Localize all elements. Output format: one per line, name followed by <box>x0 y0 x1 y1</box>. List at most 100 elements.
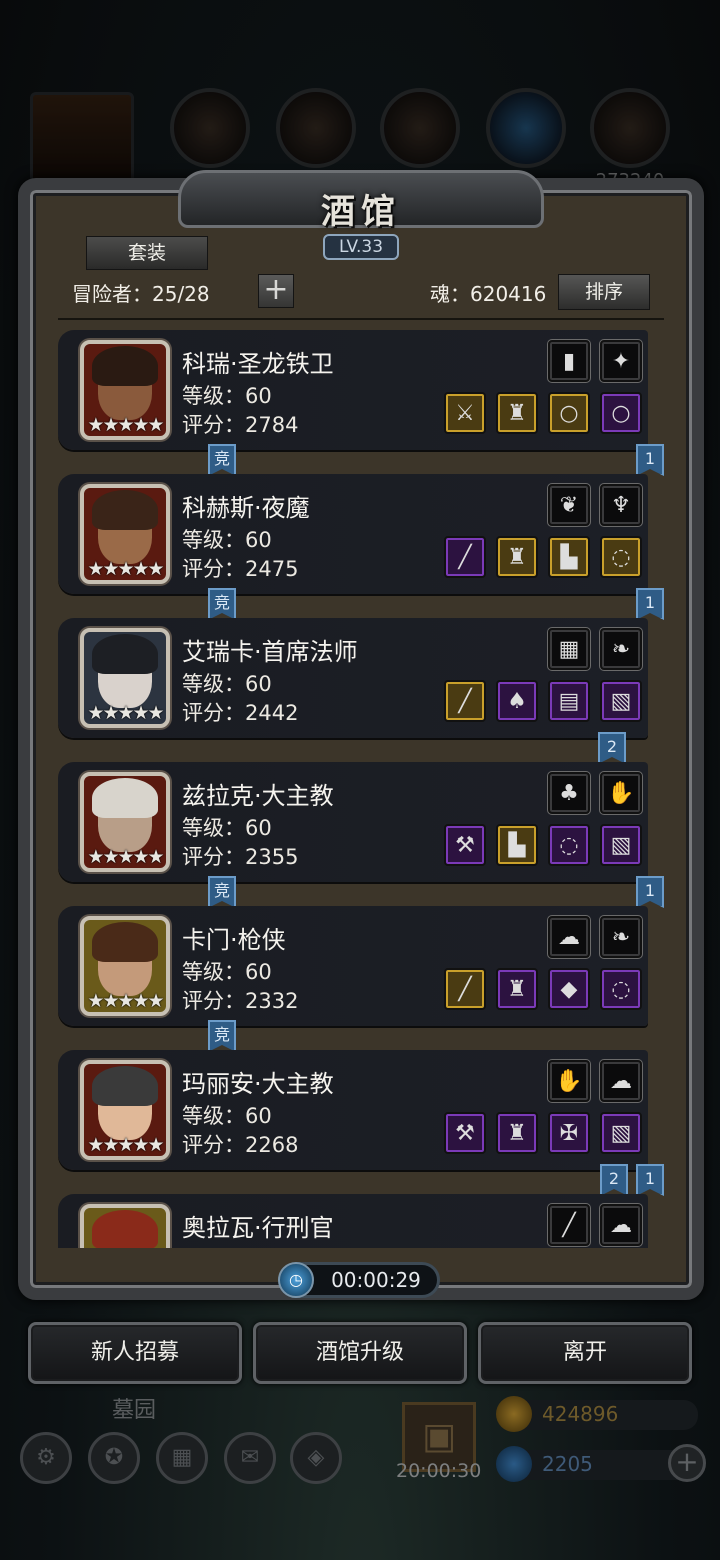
dagger-icon[interactable]: ╱ <box>548 1204 590 1246</box>
quest-icon[interactable]: ▦ <box>156 1432 208 1484</box>
ring-icon[interactable]: ○ <box>548 392 590 434</box>
dialog-title: 酒馆 <box>321 192 401 232</box>
settings-icon[interactable]: ⚙ <box>20 1432 72 1484</box>
hero-card[interactable]: 奥拉瓦·行刑官 ╱ ☁ <box>58 1194 648 1248</box>
hero-list[interactable]: ★★★★★ 科瑞·圣龙铁卫 等级：60 评分：2784 ▮ ✦ ⚔ ♜ ○ ○ … <box>58 324 668 1248</box>
clock-icon: ◷ <box>278 1262 314 1298</box>
refresh-timer: 00:00:29 <box>331 1268 421 1292</box>
arena-tag: 竞 <box>208 1020 236 1052</box>
hood-icon[interactable]: ♠ <box>496 680 538 722</box>
hero-stars: ★★★★★ <box>87 1134 164 1156</box>
hero-level: 等级：60 <box>182 816 272 840</box>
hero-name: 科瑞·圣龙铁卫 <box>182 350 334 378</box>
cloak-icon[interactable]: ▙ <box>548 536 590 578</box>
hammer-icon[interactable]: ⚒ <box>444 1112 486 1154</box>
hero-card[interactable]: ★★★★★ 卡门·枪侠 等级：60 评分：2332 ☁ ❧ ╱ ♜ ◆ ◌ <box>58 906 648 1026</box>
scroll-icon[interactable]: ▧ <box>600 1112 642 1154</box>
butterfly-icon[interactable]: ❦ <box>548 484 590 526</box>
chalice-icon[interactable]: ♆ <box>600 484 642 526</box>
hero-level: 等级：60 <box>182 528 272 552</box>
ring-icon[interactable]: ○ <box>600 392 642 434</box>
mail-icon[interactable]: ✉ <box>224 1432 276 1484</box>
wig-icon[interactable]: ☁ <box>548 916 590 958</box>
necklace-icon[interactable]: ◌ <box>600 968 642 1010</box>
robe-icon[interactable]: ▙ <box>496 824 538 866</box>
tavern-level-badge: LV.33 <box>323 234 399 260</box>
graveyard-label: 墓园 <box>112 1398 157 1423</box>
hero-card[interactable]: ★★★★★ 科瑞·圣龙铁卫 等级：60 评分：2784 ▮ ✦ ⚔ ♜ ○ ○ <box>58 330 648 450</box>
spellbook-icon[interactable]: ▦ <box>548 628 590 670</box>
necklace-icon[interactable]: ◌ <box>548 824 590 866</box>
add-gems-button[interactable]: + <box>668 1444 706 1482</box>
hero-name: 科赫斯·夜魔 <box>182 494 310 522</box>
upgrade-tavern-button[interactable]: 酒馆升级 <box>253 1322 467 1384</box>
arena-tag: 竞 <box>208 876 236 908</box>
amulet-icon[interactable]: ✠ <box>548 1112 590 1154</box>
hero-name: 兹拉克·大主教 <box>182 782 334 810</box>
recruit-button[interactable]: 新人招募 <box>28 1322 242 1384</box>
soul-count: 魂：620416 <box>430 282 547 306</box>
tavern-dialog: 酒馆 LV.33 套装 冒险者：25/28 + 魂：620416 排序 ★★★★… <box>18 170 704 1300</box>
hero-score: 评分：2332 <box>182 989 299 1013</box>
armor-icon[interactable]: ♜ <box>496 392 538 434</box>
hammer-icon[interactable]: ⚒ <box>444 824 486 866</box>
feather-icon[interactable]: ❧ <box>600 628 642 670</box>
armor-icon[interactable]: ♜ <box>496 1112 538 1154</box>
leave-button[interactable]: 离开 <box>478 1322 692 1384</box>
sort-button[interactable]: 排序 <box>558 274 650 310</box>
hero-card[interactable]: ★★★★★ 兹拉克·大主教 等级：60 评分：2355 ♣ ✋ ⚒ ▙ ◌ ▧ <box>58 762 648 882</box>
gold-coin-icon <box>496 1396 532 1432</box>
scroll-icon[interactable]: ▧ <box>600 680 642 722</box>
crystal-resource-icon[interactable] <box>486 88 566 168</box>
gold-amount: 424896 <box>542 1402 619 1426</box>
book-icon[interactable]: ▮ <box>548 340 590 382</box>
iron-resource-icon[interactable] <box>380 88 460 168</box>
armor-icon[interactable]: ♜ <box>496 968 538 1010</box>
wig-icon[interactable]: ☁ <box>600 1060 642 1102</box>
hero-score: 评分：2784 <box>182 413 299 437</box>
hero-name: 艾瑞卡·首席法师 <box>182 638 358 666</box>
set-button[interactable]: 套装 <box>86 236 208 270</box>
hero-score: 评分：2355 <box>182 845 299 869</box>
hero-card[interactable]: ★★★★★ 艾瑞卡·首席法师 等级：60 评分：2442 ▦ ❧ ╱ ♠ ▤ ▧ <box>58 618 648 738</box>
hat-icon[interactable]: ♣ <box>548 772 590 814</box>
scroll-icon[interactable]: ▧ <box>600 824 642 866</box>
hero-level: 等级：60 <box>182 384 272 408</box>
rank-tag: 2 <box>600 1164 628 1196</box>
glove-icon[interactable]: ✋ <box>600 772 642 814</box>
glove-icon[interactable]: ✋ <box>548 1060 590 1102</box>
staff-icon[interactable]: ╱ <box>444 680 486 722</box>
feather-icon[interactable]: ❧ <box>600 916 642 958</box>
hero-card[interactable]: ★★★★★ 玛丽安·大主教 等级：60 评分：2268 ✋ ☁ ⚒ ♜ ✠ ▧ <box>58 1050 648 1170</box>
rank-tag: 1 <box>636 1164 664 1196</box>
rank-tag: 1 <box>636 588 664 620</box>
achievement-icon[interactable]: ✪ <box>88 1432 140 1484</box>
necklace-icon[interactable]: ◌ <box>600 536 642 578</box>
player-portrait[interactable] <box>30 92 134 188</box>
chestplate-icon[interactable]: ♜ <box>496 536 538 578</box>
wood-resource-icon[interactable] <box>276 88 356 168</box>
hero-score: 评分：2268 <box>182 1133 299 1157</box>
map-icon[interactable]: ◈ <box>290 1432 342 1484</box>
add-slot-button[interactable]: + <box>258 274 294 308</box>
hero-stars: ★★★★★ <box>87 702 164 724</box>
rank-tag: 2 <box>598 732 626 764</box>
arena-tag: 竞 <box>208 588 236 620</box>
scroll-icon[interactable]: ✦ <box>600 340 642 382</box>
meat-resource-icon[interactable] <box>170 88 250 168</box>
barrel-icon[interactable]: ▤ <box>548 680 590 722</box>
hero-name: 玛丽安·大主教 <box>182 1070 334 1098</box>
stone-resource-icon[interactable] <box>590 88 670 168</box>
dagger-icon[interactable]: ╱ <box>444 536 486 578</box>
hero-name: 卡门·枪侠 <box>182 926 286 954</box>
gem-icon[interactable]: ◆ <box>548 968 590 1010</box>
rifle-icon[interactable]: ╱ <box>444 968 486 1010</box>
wig-icon[interactable]: ☁ <box>600 1204 642 1246</box>
gem-amount: 2205 <box>542 1452 593 1476</box>
sword-icon[interactable]: ⚔ <box>444 392 486 434</box>
hero-stars: ★★★★★ <box>87 414 164 436</box>
hero-stars: ★★★★★ <box>87 846 164 868</box>
hero-card[interactable]: ★★★★★ 科赫斯·夜魔 等级：60 评分：2475 ❦ ♆ ╱ ♜ ▙ ◌ <box>58 474 648 594</box>
hero-stars: ★★★★★ <box>87 558 164 580</box>
hero-level: 等级：60 <box>182 1104 272 1128</box>
